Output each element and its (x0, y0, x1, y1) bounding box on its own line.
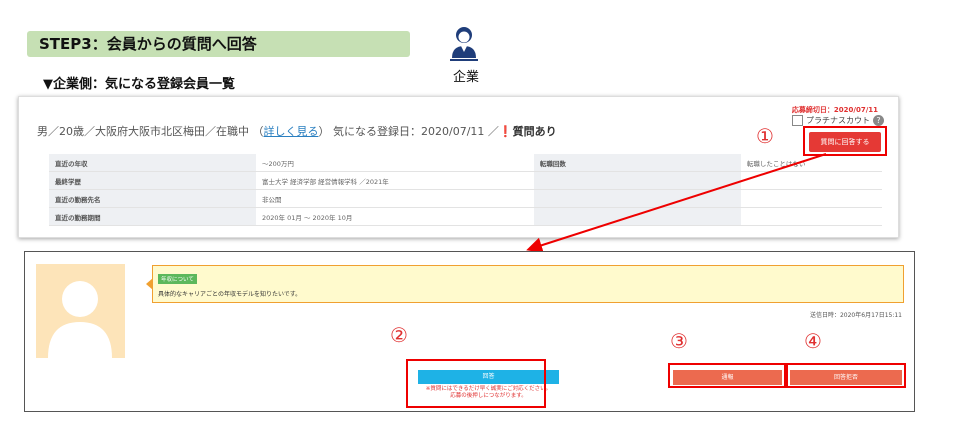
annotation-2: ② (390, 323, 408, 347)
highlight-box-4 (786, 363, 906, 388)
avatar (36, 264, 125, 358)
question-tag: 年収について (158, 274, 197, 284)
question-message: 年収について 具体的なキャリアごとの年収モデルを知りたいです。 (146, 265, 904, 303)
annotation-4: ④ (804, 329, 822, 353)
highlight-box-3 (668, 363, 786, 388)
annotation-3: ③ (670, 329, 688, 353)
question-thread-panel: 年収について 具体的なキャリアごとの年収モデルを知りたいです。 送信日時：202… (24, 251, 915, 412)
question-text: 具体的なキャリアごとの年収モデルを知りたいです。 (158, 291, 302, 298)
sent-timestamp: 送信日時：2020年6月17日15:11 (809, 312, 902, 319)
highlight-box-2 (406, 359, 546, 408)
